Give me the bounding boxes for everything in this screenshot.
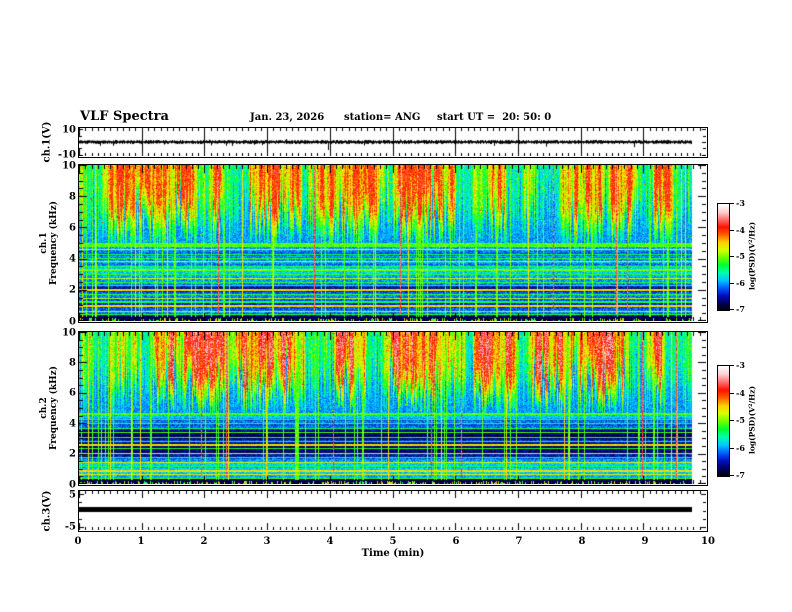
colorbar-tick-label: -7 [736, 304, 745, 314]
y-tick-label: 4 [69, 253, 76, 265]
colorbar-tick-label: -5 [736, 251, 745, 261]
y-tick-label: 10 [62, 160, 76, 171]
time-axis-label: Time (min) [361, 548, 425, 559]
colorbar-tick-label: -6 [736, 442, 745, 453]
x-tick-label: 9 [641, 536, 649, 547]
y-tick-label: 2 [69, 448, 76, 460]
ch2-frequency-axis-label-line2: Frequency (kHz) [49, 365, 59, 451]
y-tick-label: 8 [69, 357, 76, 369]
vlf-spectra-figure: VLF Spectra Jan. 23, 2026 station= ANG s… [0, 0, 792, 612]
colorbar-tick-mark [730, 447, 734, 449]
colorbar-tick-mark [730, 475, 734, 476]
colorbar-tick-label: -3 [736, 198, 745, 208]
y-tick-label: 0 [69, 316, 76, 327]
colorbar-ch1-label: log(PSD)(V²/Hz) [747, 221, 757, 291]
ch1-frequency-axis-label: ch.1 Frequency (kHz) [39, 201, 59, 285]
x-tick-label: 3 [263, 536, 271, 547]
ch2-frequency-axis-label-line1: ch.2 [39, 397, 49, 419]
y-tick-label: -10 [57, 149, 76, 161]
ch2-spectrogram-panel [78, 331, 708, 486]
station-label: station= ANG [344, 112, 421, 123]
x-tick-label: 8 [578, 536, 586, 547]
ch1-voltage-panel [78, 127, 708, 158]
x-tick-label: 0 [74, 536, 82, 547]
colorbar-tick-label: -4 [736, 387, 745, 398]
colorbar-tick-mark [730, 392, 734, 394]
colorbar-tick-mark [730, 282, 734, 284]
colorbar-ch1 [717, 203, 730, 311]
colorbar-tick-mark [730, 365, 734, 366]
start-ut-label: start UT = 20: 50: 0 [437, 112, 552, 123]
colorbar-tick-label: -6 [736, 277, 745, 288]
x-tick-label: 5 [389, 536, 397, 547]
x-tick-label: 4 [326, 536, 334, 547]
ch2-frequency-axis-label: ch.2 Frequency (kHz) [39, 366, 59, 450]
x-tick-label: 2 [200, 536, 208, 547]
y-tick-label: 2 [69, 284, 76, 296]
colorbar-tick-label: -7 [736, 470, 745, 480]
ch1-spectrogram-panel [78, 164, 708, 323]
colorbar-ch1-gradient-canvas [718, 204, 729, 310]
y-tick-label: 10 [62, 124, 76, 136]
y-tick-label: 6 [69, 387, 76, 399]
ch1-frequency-axis-label-line1: ch.1 [39, 232, 49, 254]
ch1-spectrogram-canvas [79, 165, 706, 321]
x-tick-label: 7 [515, 536, 523, 547]
colorbar-tick-mark [730, 203, 734, 204]
colorbar-ch2 [717, 365, 730, 477]
y-tick-label: 4 [69, 418, 76, 430]
colorbar-tick-mark [730, 256, 734, 257]
colorbar-ch2-gradient-canvas [718, 366, 729, 476]
colorbar-tick-mark [730, 229, 734, 231]
x-tick-label: 6 [452, 536, 460, 547]
colorbar-tick-label: -3 [736, 360, 745, 370]
colorbar-tick-label: -5 [736, 415, 745, 425]
ch2-spectrogram-canvas [79, 332, 706, 484]
ch3-voltage-panel [78, 490, 708, 532]
y-tick-label: 6 [69, 222, 76, 234]
y-tick-label: -5 [64, 521, 76, 533]
colorbar-tick-label: -4 [736, 224, 745, 235]
colorbar-tick-mark [730, 420, 734, 421]
colorbar-tick-mark [730, 309, 734, 310]
x-tick-label: 1 [137, 536, 145, 547]
ch3-voltage-waveform-canvas [79, 491, 706, 530]
colorbar-ch2-label: log(PSD)(V²/Hz) [747, 385, 757, 455]
y-tick-label: 10 [62, 327, 76, 338]
ch1-voltage-waveform-canvas [79, 128, 706, 156]
x-tick-label: 10 [701, 536, 715, 547]
y-tick-label: 8 [69, 191, 76, 203]
figure-title: VLF Spectra [80, 109, 169, 124]
observation-date: Jan. 23, 2026 [250, 112, 325, 123]
y-tick-label: 5 [69, 489, 76, 501]
ch1-frequency-axis-label-line2: Frequency (kHz) [49, 200, 59, 286]
